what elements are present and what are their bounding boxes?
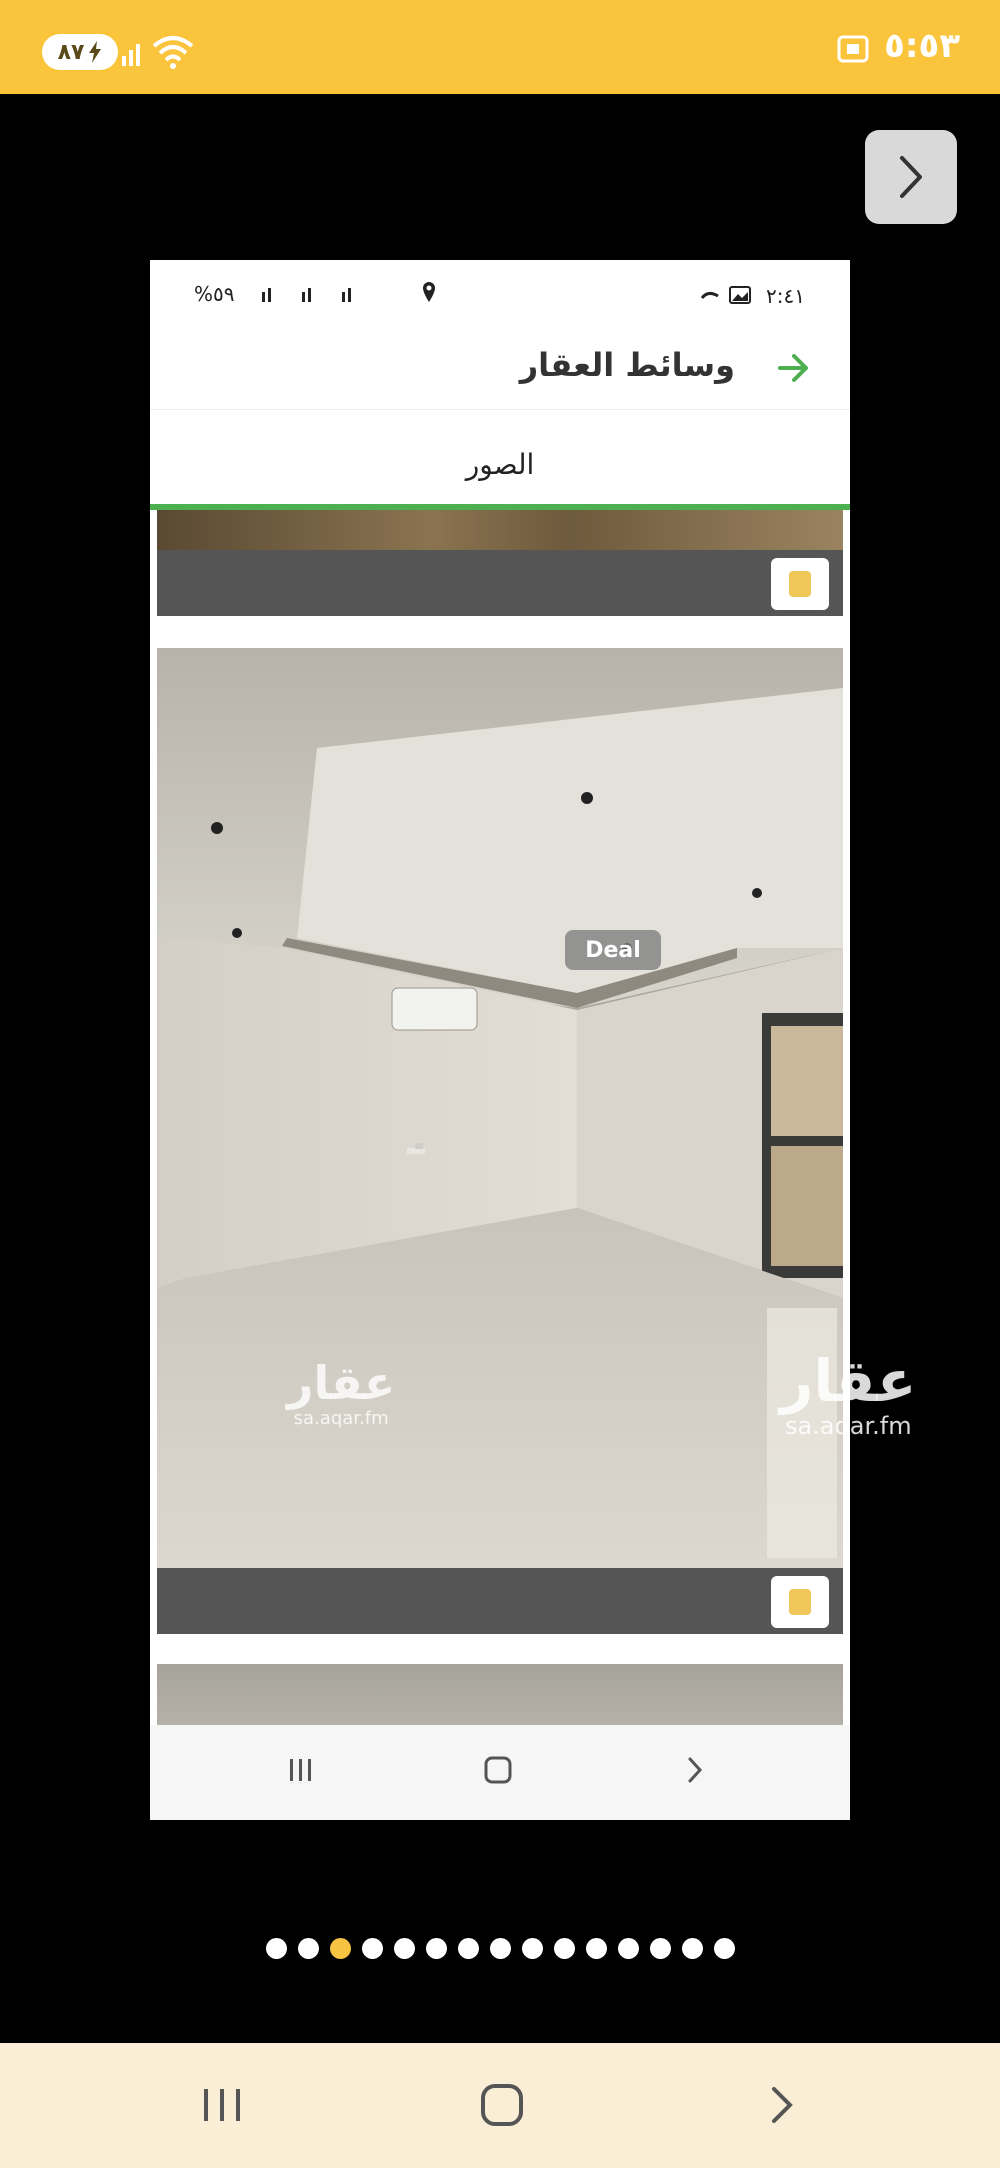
photo-card[interactable]: [157, 510, 843, 620]
pager-dot[interactable]: [457, 1938, 479, 1959]
inner-notification-icons: [700, 286, 751, 304]
signal-icon: [122, 44, 140, 66]
photo-caption-bar: [157, 1568, 843, 1634]
inner-status-time: ٢:٤١: [766, 284, 805, 308]
agency-badge: [771, 558, 829, 610]
home-icon: [484, 1756, 512, 1784]
aqar-watermark-domain: sa.aqar.fm: [293, 1408, 389, 1429]
gallery-pager: [0, 1938, 1000, 1959]
battery-indicator: ٨٧: [42, 34, 118, 70]
agency-badge: [771, 1576, 829, 1628]
status-time: ٥:٥٣: [884, 26, 960, 66]
photo-caption-bar: [157, 550, 843, 616]
home-icon[interactable]: [480, 2083, 524, 2127]
aqar-watermark-domain: sa.aqar.fm: [784, 1412, 912, 1440]
inner-status-bar: ٢:٤١ %٥٩: [150, 260, 850, 320]
screen-record-icon: [837, 35, 869, 63]
inner-nav-bar: [150, 1725, 850, 1820]
chevron-right-icon: [688, 1757, 703, 1783]
charging-icon: [89, 41, 102, 63]
pager-dot[interactable]: [425, 1938, 447, 1959]
photo-list[interactable]: Deal عقار sa.aqar.fm: [150, 510, 850, 1725]
page-header: وسائط العقار: [150, 320, 850, 410]
pager-dot[interactable]: [329, 1938, 351, 1959]
recents-icon: [290, 1759, 311, 1781]
wifi-icon: [152, 36, 194, 69]
aqar-watermark: عقار sa.aqar.fm: [287, 1358, 395, 1429]
page-title: وسائط العقار: [519, 346, 735, 384]
chevron-right-icon: [900, 156, 922, 198]
nav-bar: [0, 2043, 1000, 2168]
tab-bar: الصور: [150, 430, 850, 510]
aqar-watermark-outer: عقار sa.aqar.fm: [780, 1350, 917, 1440]
pager-dot[interactable]: [617, 1938, 639, 1959]
room-image: [157, 648, 843, 1568]
pager-dot[interactable]: [681, 1938, 703, 1959]
back-icon[interactable]: [760, 2083, 804, 2127]
room-photo: Deal عقار sa.aqar.fm: [157, 648, 843, 1568]
aqar-watermark-text: عقار: [780, 1347, 917, 1415]
tab-photos[interactable]: الصور: [150, 448, 850, 481]
pager-dot[interactable]: [393, 1938, 415, 1959]
pager-dot[interactable]: [489, 1938, 511, 1959]
pager-dot[interactable]: [553, 1938, 575, 1959]
deal-watermark: Deal: [565, 930, 661, 970]
photo-thumbnail: [157, 1664, 843, 1725]
pager-dot[interactable]: [297, 1938, 319, 1959]
aqar-watermark-text: عقار: [287, 1356, 396, 1410]
pager-dot[interactable]: [713, 1938, 735, 1959]
status-bar: ٥:٥٣ ٨٧: [0, 0, 1000, 94]
media-screenshot: ٢:٤١ %٥٩ وسائط العقار الصور Deal عقار sa…: [150, 260, 850, 1820]
pager-dot[interactable]: [649, 1938, 671, 1959]
battery-level: ٨٧: [57, 39, 85, 65]
gallery-next-button[interactable]: [865, 130, 957, 224]
screen: ٥:٥٣ ٨٧ ٢:٤١ %٥٩ وسائط العقار الصور Deal…: [0, 0, 1000, 2168]
location-icon: [423, 282, 435, 302]
recents-icon[interactable]: [200, 2083, 244, 2127]
photo-card[interactable]: [157, 1664, 843, 1725]
pager-dot[interactable]: [585, 1938, 607, 1959]
pager-dot[interactable]: [361, 1938, 383, 1959]
back-arrow-icon[interactable]: [776, 350, 812, 386]
pager-dot[interactable]: [521, 1938, 543, 1959]
photo-card[interactable]: Deal عقار sa.aqar.fm: [157, 648, 843, 1634]
photo-thumbnail: [157, 510, 843, 550]
pager-dot[interactable]: [265, 1938, 287, 1959]
inner-battery: %٥٩: [194, 282, 235, 306]
